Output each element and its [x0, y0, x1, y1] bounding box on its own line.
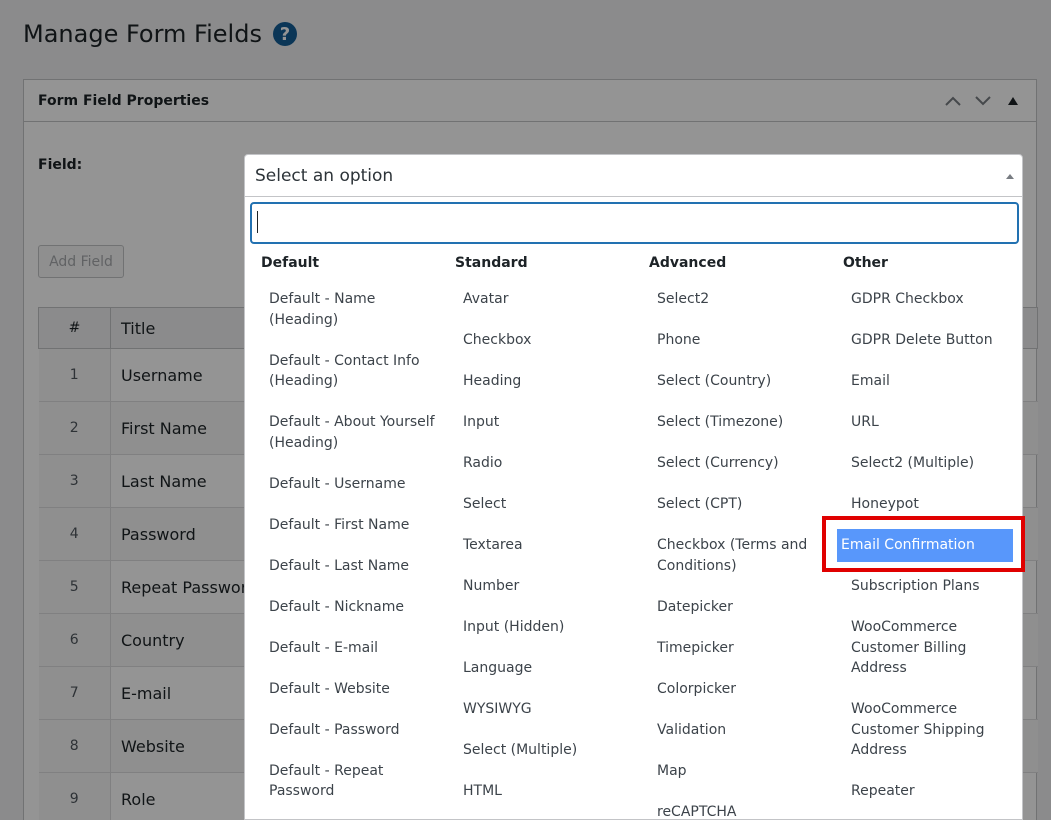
- dropdown-option[interactable]: Select (CPT): [633, 494, 827, 515]
- option-group-label: Advanced: [649, 255, 727, 271]
- dropdown-option[interactable]: Repeater: [827, 781, 1021, 802]
- dropdown-option[interactable]: Default - First Name: [245, 515, 439, 536]
- dropdown-option[interactable]: Checkbox: [439, 330, 633, 351]
- select-dropdown: Default Default - Name (Heading) Default …: [244, 197, 1023, 820]
- select-arrow-up-icon: [1006, 174, 1014, 179]
- dropdown-option[interactable]: Subscription Plans: [827, 576, 1021, 597]
- dropdown-option[interactable]: Select2: [633, 289, 827, 310]
- dropdown-option[interactable]: Default - E-mail: [245, 638, 439, 659]
- dropdown-option[interactable]: reCAPTCHA: [633, 802, 827, 820]
- option-group-label: Other: [843, 255, 888, 271]
- text-cursor: [257, 211, 258, 233]
- option-group-standard: Standard Avatar Checkbox Heading Input Radio…: [439, 255, 633, 819]
- dropdown-option[interactable]: Select (Currency): [633, 453, 827, 474]
- option-group-other: Other GDPR Checkbox GDPR Delete Button Ema…: [827, 255, 1021, 819]
- dropdown-option[interactable]: Default - Password: [245, 720, 439, 741]
- dropdown-option[interactable]: GDPR Checkbox: [827, 289, 1021, 310]
- dropdown-option[interactable]: Default - Repeat Password: [245, 761, 439, 802]
- dropdown-option[interactable]: WYSIWYG: [439, 699, 633, 720]
- dropdown-option[interactable]: Radio: [439, 453, 633, 474]
- dropdown-option[interactable]: Number: [439, 576, 633, 597]
- dropdown-option[interactable]: Input (Hidden): [439, 617, 633, 638]
- dropdown-option[interactable]: Default - Website: [245, 679, 439, 700]
- dropdown-option[interactable]: WooCommerce Customer Billing Address: [827, 617, 1021, 679]
- option-highlighted[interactable]: Email Confirmation: [837, 529, 1013, 562]
- dropdown-option[interactable]: Timepicker: [633, 638, 827, 659]
- dropdown-option[interactable]: Select: [439, 494, 633, 515]
- dropdown-option[interactable]: Select2 (Multiple): [827, 453, 1021, 474]
- dropdown-option[interactable]: GDPR Delete Button: [827, 330, 1021, 351]
- dropdown-option[interactable]: Honeypot: [827, 494, 1021, 515]
- dropdown-option[interactable]: URL: [827, 412, 1021, 433]
- dropdown-option[interactable]: Email: [827, 371, 1021, 392]
- select-placeholder: Select an option: [255, 165, 394, 186]
- dropdown-option[interactable]: HTML: [439, 781, 633, 802]
- dropdown-option[interactable]: Textarea: [439, 535, 633, 556]
- dropdown-option[interactable]: Default - Name (Heading): [245, 289, 439, 330]
- dropdown-option[interactable]: Validation: [633, 720, 827, 741]
- dropdown-option[interactable]: Phone: [633, 330, 827, 351]
- dropdown-option[interactable]: Select (Country): [633, 371, 827, 392]
- dropdown-option[interactable]: Default - Contact Info (Heading): [245, 351, 439, 392]
- dropdown-option[interactable]: Datepicker: [633, 597, 827, 618]
- dropdown-option[interactable]: Select (Multiple): [439, 740, 633, 761]
- dropdown-option[interactable]: Heading: [439, 371, 633, 392]
- dropdown-option[interactable]: WooCommerce Customer Shipping Address: [827, 699, 1021, 761]
- dropdown-option[interactable]: Language: [439, 658, 633, 679]
- field-select[interactable]: Select an option: [244, 154, 1023, 197]
- dropdown-option[interactable]: Avatar: [439, 289, 633, 310]
- option-group-default: Default Default - Name (Heading) Default …: [245, 255, 439, 819]
- dropdown-option[interactable]: Default - Nickname: [245, 597, 439, 618]
- option-group-label: Standard: [455, 255, 528, 271]
- dropdown-option[interactable]: Default - About Yourself (Heading): [245, 412, 439, 453]
- dropdown-search-input[interactable]: [250, 202, 1019, 244]
- option-group-label: Default: [261, 255, 320, 271]
- dropdown-option[interactable]: Map: [633, 761, 827, 782]
- dropdown-option[interactable]: Default - Last Name: [245, 556, 439, 577]
- dropdown-option[interactable]: Default - Username: [245, 474, 439, 495]
- dropdown-option[interactable]: Input: [439, 412, 633, 433]
- dropdown-option[interactable]: Colorpicker: [633, 679, 827, 700]
- dropdown-option[interactable]: Select (Timezone): [633, 412, 827, 433]
- option-group-advanced: Advanced Select2 Phone Select (Country) Sel…: [633, 255, 827, 820]
- dropdown-option[interactable]: Checkbox (Terms and Conditions): [633, 535, 827, 576]
